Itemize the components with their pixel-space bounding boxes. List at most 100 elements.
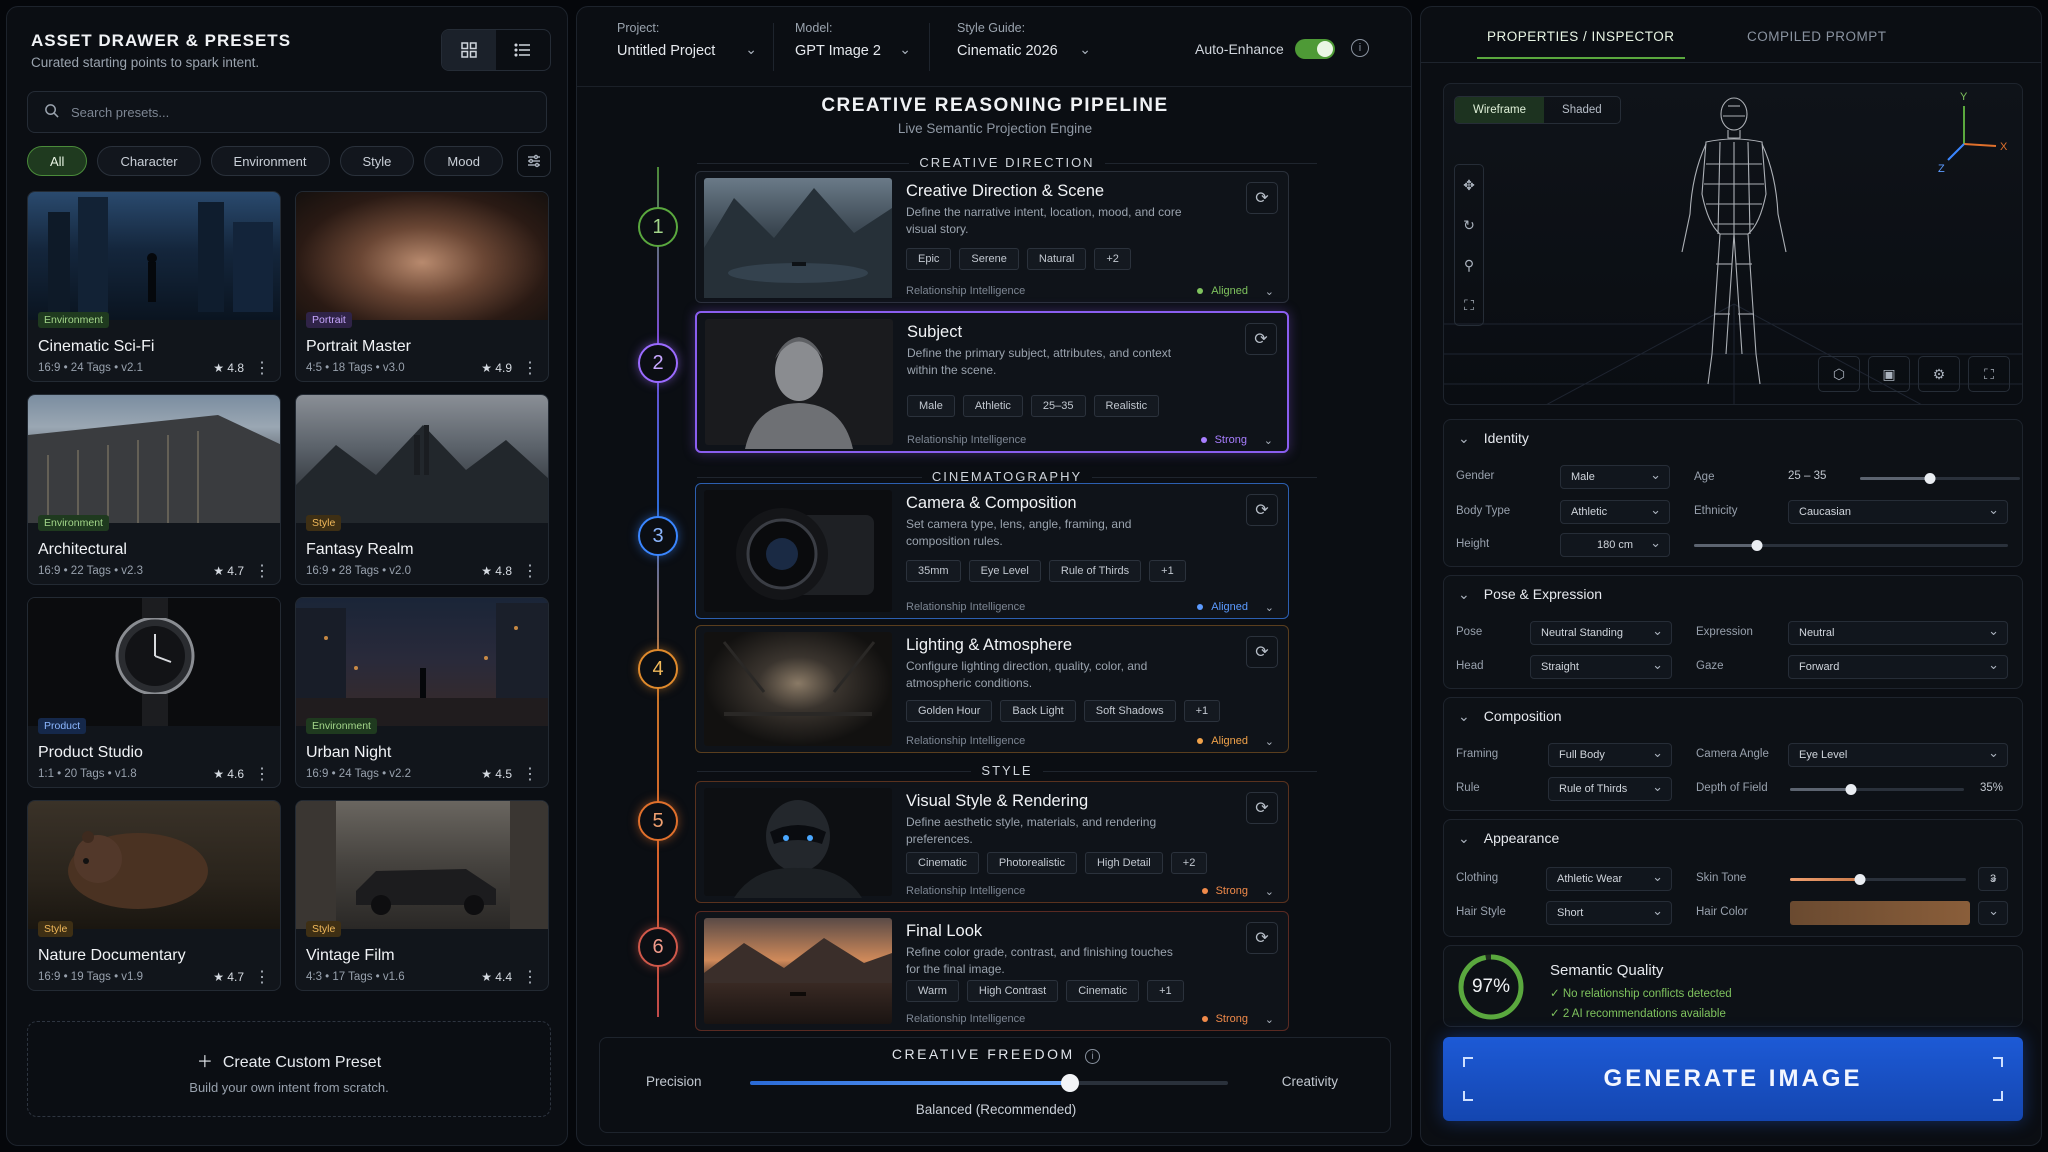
refresh-icon[interactable]: ⟳ bbox=[1246, 792, 1278, 824]
gaze-select[interactable]: Forward bbox=[1788, 655, 2008, 679]
step-tag[interactable]: +2 bbox=[1170, 852, 1208, 874]
slider-knob[interactable] bbox=[1845, 784, 1857, 795]
step-tag[interactable]: Photorealistic bbox=[986, 852, 1077, 874]
section-header[interactable]: ⌄ Appearance bbox=[1458, 830, 1559, 847]
skin-tone-value[interactable]: 3 bbox=[1978, 867, 2008, 891]
preset-card[interactable]: Style Nature Documentary 16:9 • 19 Tags … bbox=[27, 800, 281, 991]
search-input[interactable]: Search presets... bbox=[27, 91, 547, 133]
image-icon[interactable]: ▣ bbox=[1868, 356, 1910, 392]
pipeline-step-card[interactable]: Lighting & Atmosphere Configure lighting… bbox=[695, 625, 1289, 753]
step-tag[interactable]: +1 bbox=[1183, 700, 1221, 722]
pose-select[interactable]: Neutral Standing bbox=[1530, 621, 1672, 645]
pipeline-step-card[interactable]: Creative Direction & Scene Define the na… bbox=[695, 171, 1289, 303]
chevron-down-icon[interactable]: ⌄ bbox=[1265, 285, 1274, 298]
chevron-down-icon[interactable]: ⌄ bbox=[1265, 735, 1274, 748]
hair-color-dropdown[interactable] bbox=[1978, 901, 2008, 925]
step-tag[interactable]: Cinematic bbox=[1066, 980, 1140, 1002]
clothing-select[interactable]: Athletic Wear bbox=[1546, 867, 1672, 891]
step-tag[interactable]: +1 bbox=[1147, 980, 1184, 1002]
step-tag[interactable]: Soft Shadows bbox=[1083, 700, 1176, 722]
refresh-icon[interactable]: ⟳ bbox=[1246, 494, 1278, 526]
cube-icon[interactable]: ⬡ bbox=[1818, 356, 1860, 392]
depth-of-field-slider[interactable] bbox=[1790, 784, 1964, 795]
hair-style-select[interactable]: Short bbox=[1546, 901, 1672, 925]
list-view-icon[interactable] bbox=[496, 30, 550, 70]
step-tag[interactable]: +1 bbox=[1149, 560, 1186, 582]
rotate-icon[interactable]: ↻ bbox=[1455, 205, 1483, 245]
chevron-down-icon[interactable]: ⌄ bbox=[1265, 885, 1274, 898]
more-options-icon[interactable]: ⋮ bbox=[522, 358, 538, 378]
quality-line-2[interactable]: 2 AI recommendations available bbox=[1563, 1008, 1726, 1020]
more-options-icon[interactable]: ⋮ bbox=[522, 561, 538, 581]
framing-select[interactable]: Full Body bbox=[1548, 743, 1672, 767]
slider-knob[interactable] bbox=[1061, 1074, 1080, 1092]
skin-tone-slider[interactable] bbox=[1790, 874, 1966, 885]
slider-knob[interactable] bbox=[1854, 874, 1866, 885]
zoom-icon[interactable]: ⚲ bbox=[1455, 245, 1483, 285]
refresh-icon[interactable]: ⟳ bbox=[1246, 922, 1278, 954]
chevron-down-icon[interactable]: ⌄ bbox=[1264, 434, 1273, 447]
step-tag[interactable]: Epic bbox=[906, 248, 952, 270]
model-viewer[interactable]: Y X Z Wireframe Shaded ✥ ↻ ⚲ ⛶ ⬡ ▣ ⚙ ⛶ bbox=[1443, 83, 2023, 405]
more-options-icon[interactable]: ⋮ bbox=[254, 561, 270, 581]
fit-view-icon[interactable]: ⛶ bbox=[1455, 285, 1483, 325]
preset-card[interactable]: Environment Urban Night 16:9 • 24 Tags •… bbox=[295, 597, 549, 788]
section-header[interactable]: ⌄ Composition bbox=[1458, 708, 1562, 725]
more-options-icon[interactable]: ⋮ bbox=[254, 358, 270, 378]
tab-compiled-prompt[interactable]: COMPILED PROMPT bbox=[1747, 29, 1887, 44]
section-header[interactable]: ⌄ Pose & Expression bbox=[1458, 586, 1602, 603]
creative-freedom-slider[interactable] bbox=[750, 1074, 1228, 1092]
fullscreen-icon[interactable]: ⛶ bbox=[1968, 356, 2010, 392]
step-tag[interactable]: Back Light bbox=[1000, 700, 1076, 722]
preset-card[interactable]: Product Product Studio 1:1 • 20 Tags • v… bbox=[27, 597, 281, 788]
preset-card[interactable]: Style Fantasy Realm 16:9 • 28 Tags • v2.… bbox=[295, 394, 549, 585]
height-slider[interactable] bbox=[1694, 540, 2008, 551]
step-tag[interactable]: +2 bbox=[1094, 248, 1131, 270]
grid-view-icon[interactable] bbox=[442, 30, 496, 70]
step-tag[interactable]: Rule of Thirds bbox=[1048, 560, 1142, 582]
project-dropdown[interactable]: Project: Untitled Project ⌄ bbox=[617, 21, 757, 59]
more-options-icon[interactable]: ⋮ bbox=[522, 967, 538, 987]
more-options-icon[interactable]: ⋮ bbox=[254, 764, 270, 784]
generate-image-button[interactable]: GENERATE IMAGE bbox=[1443, 1037, 2023, 1121]
refresh-icon[interactable]: ⟳ bbox=[1246, 182, 1278, 214]
step-tag[interactable]: High Detail bbox=[1084, 852, 1163, 874]
pipeline-step-card[interactable]: Subject Define the primary subject, attr… bbox=[695, 311, 1289, 453]
settings-icon[interactable]: ⚙ bbox=[1918, 356, 1960, 392]
filter-style[interactable]: Style bbox=[339, 146, 415, 176]
rule-select[interactable]: Rule of Thirds bbox=[1548, 777, 1672, 801]
preset-card[interactable]: Environment Cinematic Sci-Fi 16:9 • 24 T… bbox=[27, 191, 281, 382]
tab-properties[interactable]: PROPERTIES / INSPECTOR bbox=[1477, 29, 1685, 59]
head-select[interactable]: Straight bbox=[1530, 655, 1672, 679]
auto-enhance-toggle[interactable] bbox=[1295, 39, 1335, 59]
age-slider[interactable] bbox=[1860, 473, 2020, 484]
expression-select[interactable]: Neutral bbox=[1788, 621, 2008, 645]
step-tag[interactable]: Athletic bbox=[962, 395, 1023, 417]
info-icon[interactable]: i bbox=[1351, 39, 1369, 57]
preset-card[interactable]: Environment Architectural 16:9 • 22 Tags… bbox=[27, 394, 281, 585]
style-guide-dropdown[interactable]: Style Guide: Cinematic 2026 ⌄ bbox=[957, 21, 1091, 59]
more-options-icon[interactable]: ⋮ bbox=[522, 764, 538, 784]
more-options-icon[interactable]: ⋮ bbox=[254, 967, 270, 987]
step-tag[interactable]: Male bbox=[907, 395, 955, 417]
ethnicity-select[interactable]: Caucasian bbox=[1788, 500, 2008, 524]
filter-mood[interactable]: Mood bbox=[424, 146, 503, 176]
slider-knob[interactable] bbox=[1924, 473, 1936, 484]
pipeline-step-card[interactable]: Camera & Composition Set camera type, le… bbox=[695, 483, 1289, 619]
view-mode-wireframe[interactable]: Wireframe bbox=[1455, 97, 1545, 123]
section-header[interactable]: ⌄ Identity bbox=[1458, 430, 1529, 447]
info-icon[interactable]: i bbox=[1085, 1049, 1101, 1064]
step-tag[interactable]: Serene bbox=[959, 248, 1019, 270]
preset-card[interactable]: Portrait Portrait Master 4:5 • 18 Tags •… bbox=[295, 191, 549, 382]
height-field[interactable]: 180 cm bbox=[1560, 533, 1670, 557]
gender-select[interactable]: Male bbox=[1560, 465, 1670, 489]
preset-card[interactable]: Style Vintage Film 4:3 • 17 Tags • v1.6 … bbox=[295, 800, 549, 991]
refresh-icon[interactable]: ⟳ bbox=[1245, 323, 1277, 355]
pipeline-step-card[interactable]: Visual Style & Rendering Define aestheti… bbox=[695, 781, 1289, 903]
pipeline-step-card[interactable]: Final Look Refine color grade, contrast,… bbox=[695, 911, 1289, 1031]
refresh-icon[interactable]: ⟳ bbox=[1246, 636, 1278, 668]
model-dropdown[interactable]: Model: GPT Image 2 ⌄ bbox=[795, 21, 911, 59]
step-tag[interactable]: Golden Hour bbox=[906, 700, 993, 722]
step-tag[interactable]: High Contrast bbox=[966, 980, 1059, 1002]
filter-character[interactable]: Character bbox=[97, 146, 201, 176]
